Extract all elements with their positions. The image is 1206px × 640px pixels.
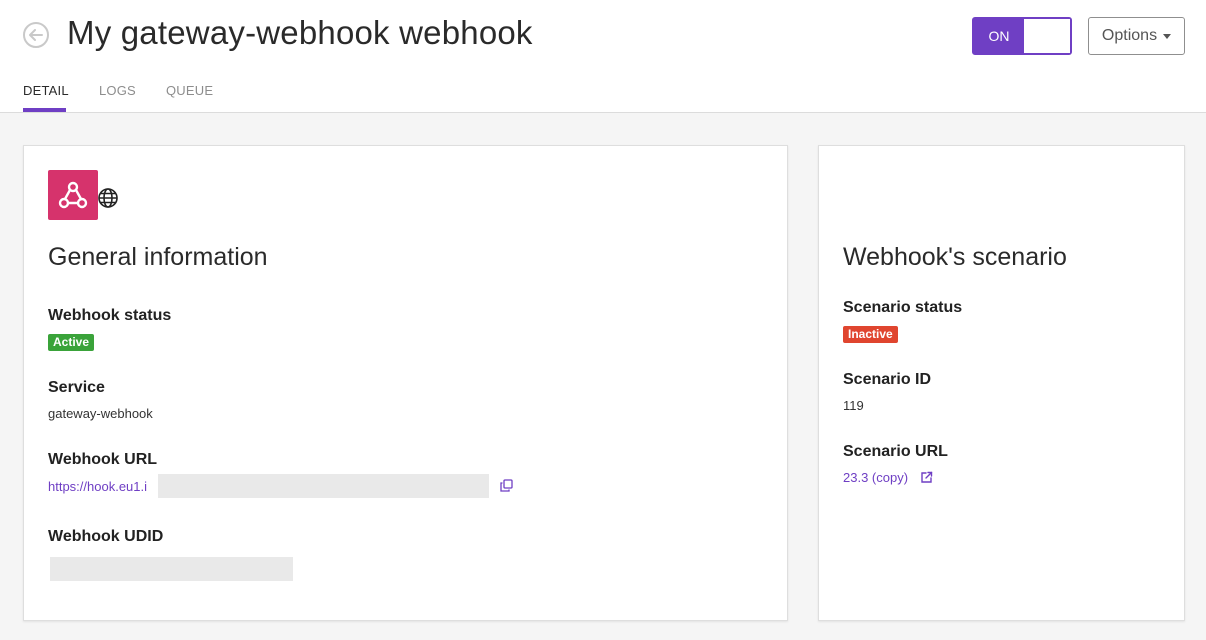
general-information-heading: General information xyxy=(48,243,268,271)
redacted-udid xyxy=(50,557,293,581)
page-title: My gateway-webhook webhook xyxy=(67,14,533,51)
scenario-status-badge: Inactive xyxy=(843,326,898,343)
webhook-on-toggle[interactable]: ON xyxy=(972,17,1072,55)
scenario-id-value: 119 xyxy=(843,398,864,413)
toggle-on-label: ON xyxy=(974,19,1024,53)
general-information-card: General information Webhook status Activ… xyxy=(23,145,788,621)
copy-icon[interactable] xyxy=(500,479,513,492)
service-value: gateway-webhook xyxy=(48,406,153,421)
redacted-url xyxy=(158,474,489,498)
back-arrow-icon xyxy=(29,29,43,41)
external-link-icon[interactable] xyxy=(920,471,933,484)
options-button[interactable]: Options xyxy=(1088,17,1185,55)
scenario-url-link[interactable]: 23.3 (copy) xyxy=(843,470,908,485)
globe-icon xyxy=(98,188,118,208)
webhook-udid-label: Webhook UDID xyxy=(48,528,164,545)
back-button[interactable] xyxy=(23,22,49,48)
scenario-id-label: Scenario ID xyxy=(843,371,932,388)
top-bar: My gateway-webhook webhook ON Options DE… xyxy=(0,0,1206,113)
tab-queue[interactable]: QUEUE xyxy=(166,83,213,98)
webhook-scenario-card: Webhook's scenario Scenario status Inact… xyxy=(818,145,1185,621)
webhook-app-icon xyxy=(48,170,98,220)
webhook-icon xyxy=(58,181,88,209)
webhook-url-label: Webhook URL xyxy=(48,451,158,468)
options-label: Options xyxy=(1101,27,1158,44)
caret-down-icon xyxy=(1163,34,1172,39)
webhook-status-label: Webhook status xyxy=(48,307,172,324)
scenario-url-label: Scenario URL xyxy=(843,443,948,460)
webhook-url-link[interactable]: https://hook.eu1.i xyxy=(48,479,147,494)
toggle-knob xyxy=(1024,19,1070,53)
active-tab-indicator xyxy=(23,108,66,112)
webhook-scenario-heading: Webhook's scenario xyxy=(843,243,1067,271)
webhook-status-badge: Active xyxy=(48,334,95,351)
tab-logs[interactable]: LOGS xyxy=(99,83,136,98)
scenario-status-label: Scenario status xyxy=(843,299,963,316)
tab-detail[interactable]: DETAIL xyxy=(23,83,69,98)
service-label: Service xyxy=(48,379,105,396)
